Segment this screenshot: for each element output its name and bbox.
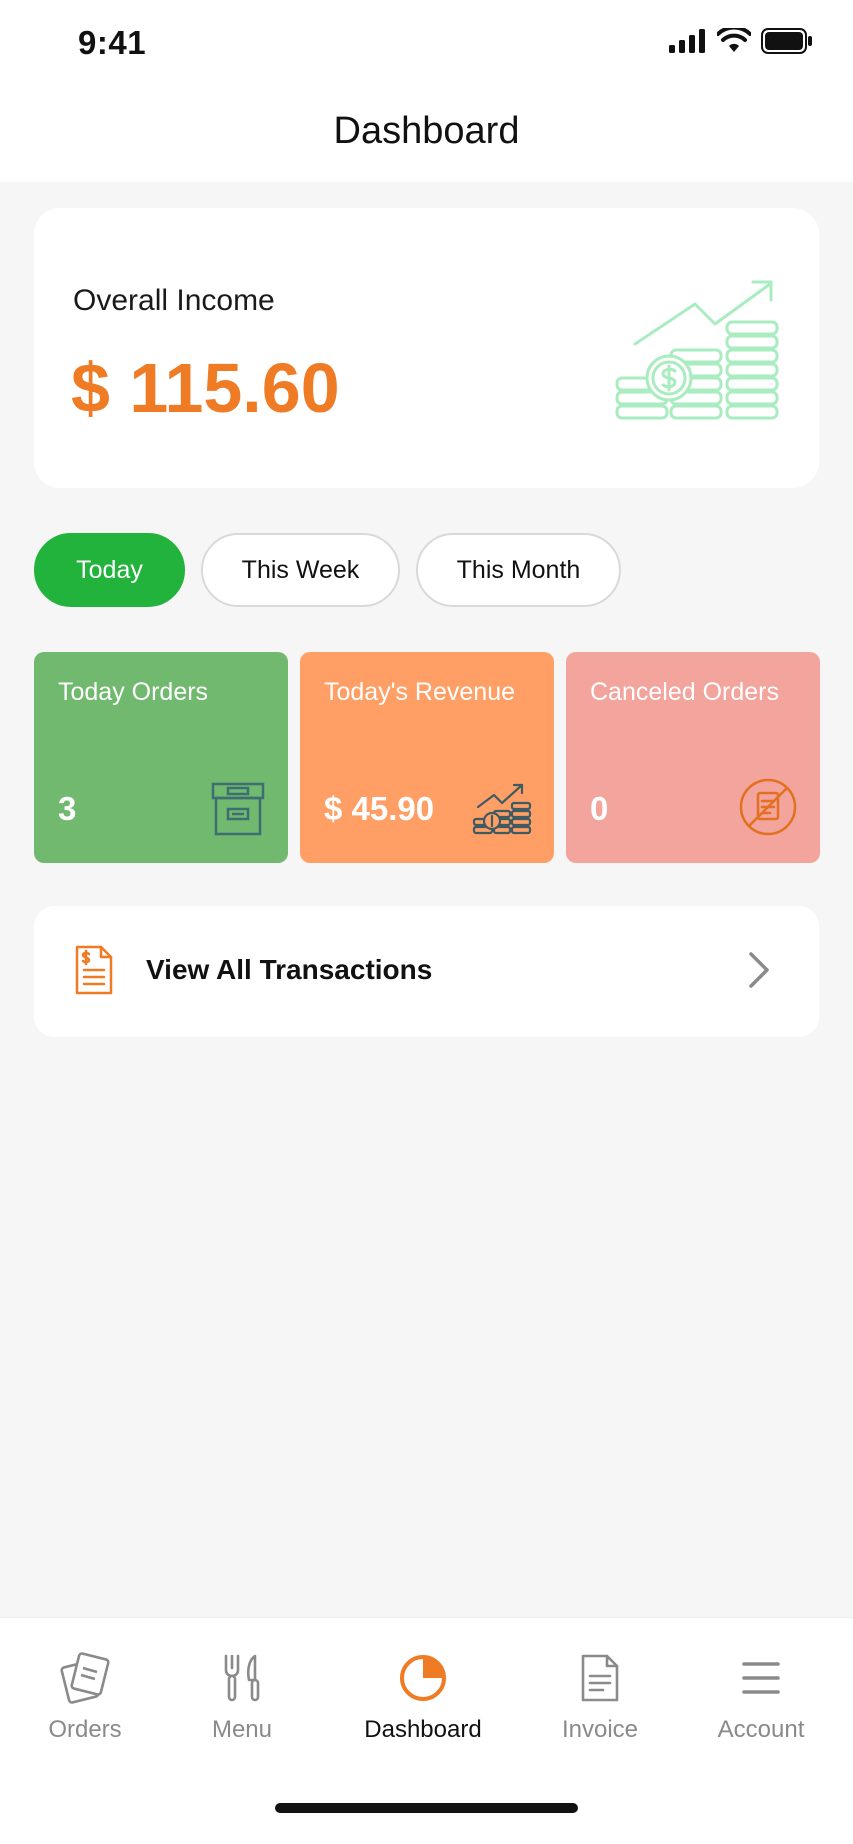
overall-income-label: Overall Income (73, 284, 275, 317)
filter-today[interactable]: Today (34, 533, 185, 607)
invoice-icon (581, 1654, 619, 1702)
tab-menu[interactable]: Menu (167, 1650, 317, 1744)
tab-orders-label: Orders (48, 1716, 122, 1743)
tab-account-label: Account (717, 1716, 805, 1743)
fork-knife-icon (224, 1654, 260, 1702)
todays-revenue-title: Today's Revenue (324, 678, 516, 706)
menu-lines-icon (742, 1662, 780, 1694)
transaction-document-icon (75, 945, 113, 995)
header: Dashboard (0, 90, 853, 182)
tab-orders[interactable]: Orders (10, 1650, 160, 1744)
home-indicator (275, 1803, 578, 1813)
period-filters: Today This Week This Month (34, 533, 621, 607)
todays-revenue-card[interactable]: Today's Revenue $ 45.90 (300, 652, 554, 863)
canceled-orders-value: 0 (590, 790, 609, 827)
todays-revenue-value: $ 45.90 (324, 790, 435, 827)
overall-income-card: Overall Income $ 115.60 (34, 208, 819, 488)
page-title: Dashboard (333, 110, 520, 152)
canceled-orders-card[interactable]: Canceled Orders 0 (566, 652, 820, 863)
tab-menu-label: Menu (211, 1716, 273, 1743)
filter-this-month[interactable]: This Month (416, 533, 621, 607)
orders-icon (60, 1652, 110, 1704)
stats-row: Today Orders 3 Today's Revenue $ 45.90 C… (34, 652, 820, 863)
canceled-receipt-icon (739, 778, 797, 836)
status-bar: 9:41 (0, 0, 853, 90)
today-orders-title: Today Orders (58, 678, 209, 706)
tab-dashboard[interactable]: Dashboard (348, 1650, 498, 1744)
view-all-transactions-row[interactable]: View All Transactions (34, 906, 819, 1037)
filter-this-week[interactable]: This Week (201, 533, 400, 607)
tab-dashboard-label: Dashboard (364, 1716, 482, 1743)
status-time: 9:41 (78, 24, 147, 61)
signal-icon (669, 29, 705, 53)
canceled-orders-title: Canceled Orders (590, 678, 779, 706)
overall-income-value: $ 115.60 (71, 349, 340, 427)
tab-account[interactable]: Account (686, 1650, 836, 1744)
chevron-right-icon (749, 952, 769, 988)
today-orders-value: 3 (58, 790, 77, 827)
tab-invoice-label: Invoice (561, 1716, 639, 1743)
coins-growth-icon (472, 783, 532, 835)
pie-chart-icon (400, 1655, 446, 1701)
tab-invoice[interactable]: Invoice (525, 1650, 675, 1744)
battery-icon (761, 28, 812, 54)
archive-box-icon (211, 782, 265, 836)
income-growth-icon (615, 280, 779, 420)
status-icons (669, 28, 813, 54)
view-all-transactions-label: View All Transactions (146, 954, 433, 985)
wifi-icon (717, 28, 751, 52)
today-orders-card[interactable]: Today Orders 3 (34, 652, 288, 863)
